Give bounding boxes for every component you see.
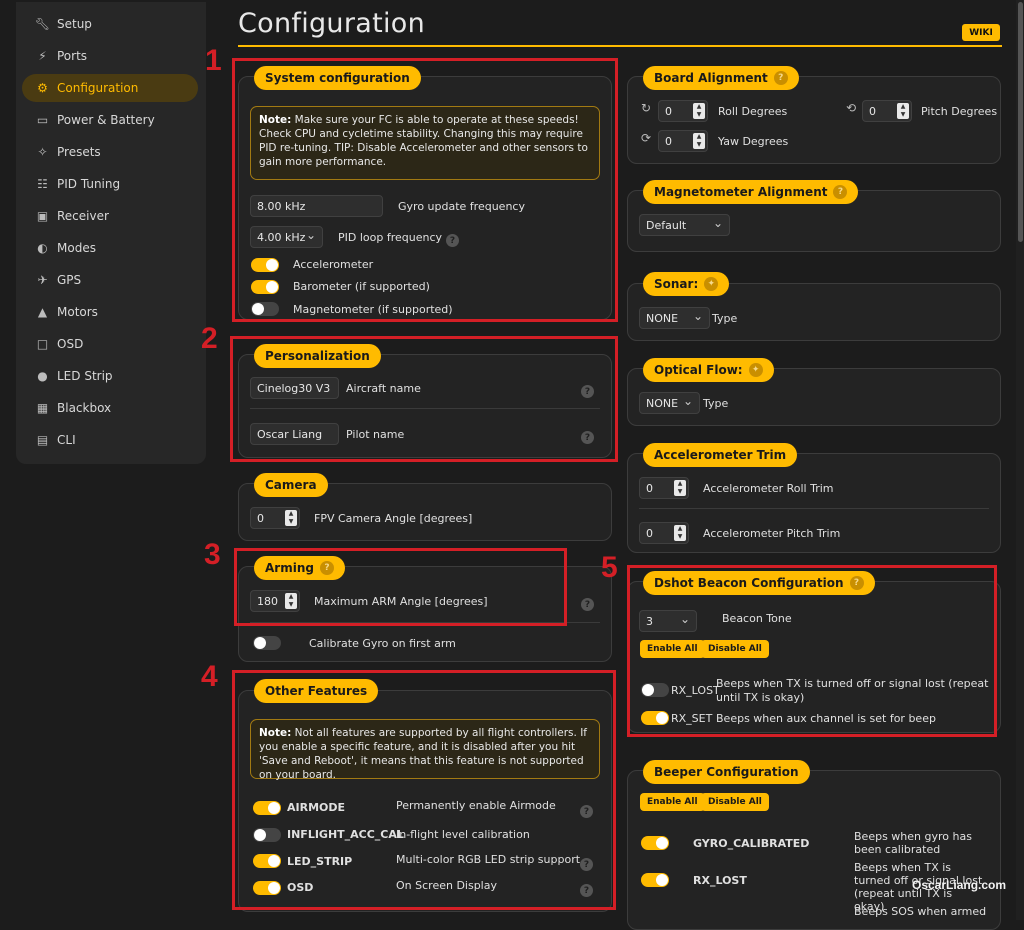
- sidebar-item-motors[interactable]: ▲ Motors: [22, 298, 198, 326]
- pitch-degrees-input[interactable]: 0 ▲ ▼: [862, 100, 912, 122]
- sidebar-item-configuration[interactable]: ⚙︎ Configuration: [22, 74, 198, 102]
- disable-all-button[interactable]: Disable All: [701, 793, 769, 811]
- bulb-icon: ✦: [748, 363, 763, 377]
- beeper-rx-lost-label: RX_LOST: [693, 874, 747, 887]
- screen-icon: □: [36, 337, 49, 351]
- acc-pitch-trim-label: Accelerometer Pitch Trim: [703, 527, 841, 540]
- annotation-number-3: 3: [204, 538, 221, 571]
- acc-roll-trim-label: Accelerometer Roll Trim: [703, 482, 834, 495]
- camera-title: Camera: [254, 473, 328, 497]
- beeper-sos-description: Beeps SOS when armed: [854, 905, 987, 918]
- optical-flow-type-label: Type: [703, 397, 729, 410]
- calibrate-gyro-toggle[interactable]: [253, 636, 281, 650]
- gyro-calibrated-description: Beeps when gyro has been calibrated: [854, 830, 972, 856]
- yaw-degrees-input[interactable]: 0 ▲ ▼: [658, 130, 708, 152]
- sidebar-item-receiver[interactable]: ▣ Receiver: [22, 202, 198, 230]
- title-underline: [238, 45, 1002, 47]
- acc-pitch-trim-input[interactable]: 0 ▲ ▼: [639, 522, 689, 544]
- magic-icon: ✧: [37, 145, 48, 159]
- page-title: Configuration: [238, 8, 426, 39]
- annotation-box-4: [232, 670, 616, 910]
- annotation-box-2: [230, 336, 618, 462]
- roll-degrees-label: Roll Degrees: [718, 105, 788, 118]
- sidebar-item-ports[interactable]: ⚡︎ Ports: [22, 42, 198, 70]
- acc-roll-trim-input[interactable]: 0 ▲ ▼: [639, 477, 689, 499]
- battery-icon: ▭: [36, 113, 49, 127]
- annotation-box-1: [232, 58, 618, 322]
- sonar-title: Sonar: ✦: [643, 272, 730, 296]
- mag-alignment-title: Magnetometer Alignment?: [643, 180, 859, 204]
- roll-icon: ↻: [641, 101, 652, 115]
- optical-flow-title: Optical Flow: ✦: [643, 358, 774, 382]
- pitch-icon: ⟲: [846, 101, 857, 115]
- watermark: OscarLiang.com: [912, 878, 1007, 892]
- spinner-icon[interactable]: ▲ ▼: [693, 103, 705, 119]
- wiki-button[interactable]: WIKI: [962, 24, 1000, 41]
- spinner-icon[interactable]: ▲ ▼: [674, 525, 686, 541]
- annotation-number-5: 5: [601, 551, 618, 584]
- sidebar-item-pid-tuning[interactable]: ☷ PID Tuning: [22, 170, 198, 198]
- sonar-type-select[interactable]: NONE: [639, 307, 710, 329]
- help-icon[interactable]: ?: [773, 71, 788, 85]
- yaw-icon: ⟳: [641, 131, 652, 145]
- spinner-icon[interactable]: ▲ ▼: [693, 133, 705, 149]
- help-icon[interactable]: ?: [833, 185, 848, 199]
- beeper-config-title: Beeper Configuration: [643, 760, 810, 784]
- beeper-rx-lost-toggle[interactable]: [641, 873, 669, 887]
- mag-alignment-select[interactable]: Default: [639, 214, 730, 236]
- help-icon[interactable]: ?: [581, 598, 594, 611]
- sidebar-item-presets[interactable]: ✧ Presets: [22, 138, 198, 166]
- spinner-icon[interactable]: ▲ ▼: [674, 480, 686, 496]
- sidebar-item-modes[interactable]: ◐ Modes: [22, 234, 198, 262]
- calibrate-gyro-label: Calibrate Gyro on first arm: [309, 637, 456, 650]
- camera-angle-input[interactable]: 0 ▲ ▼: [250, 507, 300, 529]
- annotation-box-3: [234, 548, 567, 626]
- camera-angle-label: FPV Camera Angle [degrees]: [314, 512, 473, 525]
- annotation-number-1: 1: [205, 44, 222, 77]
- motor-icon: ▲: [37, 305, 48, 319]
- sidebar-item-cli[interactable]: ▤ CLI: [22, 426, 198, 454]
- satellite-icon: ✈︎: [37, 273, 48, 287]
- plug-icon: ⚡︎: [38, 49, 47, 63]
- optical-flow-type-select[interactable]: NONE: [639, 392, 700, 414]
- sliders-icon: ☷: [37, 177, 48, 191]
- gear-icon: ⚙︎: [37, 81, 48, 95]
- terminal-icon: ▤: [36, 433, 49, 447]
- annotation-number-2: 2: [201, 322, 218, 355]
- wrench-icon: 🔧︎: [34, 17, 51, 31]
- radio-icon: ▣: [36, 209, 49, 223]
- bulb-icon: ✦: [704, 277, 719, 291]
- gyro-calibrated-toggle[interactable]: [641, 836, 669, 850]
- sidebar-item-blackbox[interactable]: ▦ Blackbox: [22, 394, 198, 422]
- annotation-box-5: [627, 565, 997, 737]
- roll-degrees-input[interactable]: 0 ▲ ▼: [658, 100, 708, 122]
- sidebar-item-led-strip[interactable]: ● LED Strip: [22, 362, 198, 390]
- switch-icon: ◐: [37, 241, 48, 255]
- pitch-degrees-label: Pitch Degrees: [921, 105, 998, 118]
- sonar-type-label: Type: [712, 312, 738, 325]
- blackbox-icon: ▦: [36, 401, 49, 415]
- yaw-degrees-label: Yaw Degrees: [718, 135, 789, 148]
- bulb-icon: ●: [37, 369, 48, 383]
- sidebar-item-gps[interactable]: ✈︎ GPS: [22, 266, 198, 294]
- board-alignment-title: Board Alignment?: [643, 66, 799, 90]
- annotation-number-4: 4: [201, 660, 218, 693]
- gyro-calibrated-label: GYRO_CALIBRATED: [693, 837, 810, 850]
- sidebar-item-power-battery[interactable]: ▭ Power & Battery: [22, 106, 198, 134]
- sidebar: 🔧︎ Setup ⚡︎ Ports ⚙︎ Configuration ▭ Power &…: [16, 2, 206, 464]
- spinner-icon[interactable]: ▲ ▼: [285, 510, 297, 526]
- enable-all-button[interactable]: Enable All: [640, 793, 705, 811]
- divider: [639, 508, 989, 509]
- acc-trim-title: Accelerometer Trim: [643, 443, 798, 467]
- sidebar-item-osd[interactable]: □ OSD: [22, 330, 198, 358]
- sidebar-item-setup[interactable]: 🔧︎ Setup: [22, 10, 198, 38]
- scrollbar-thumb[interactable]: [1018, 2, 1023, 242]
- spinner-icon[interactable]: ▲ ▼: [897, 103, 909, 119]
